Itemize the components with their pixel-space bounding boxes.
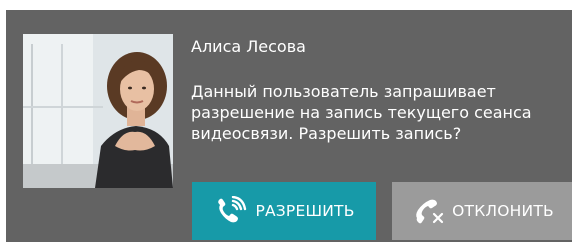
allow-button-label: РАЗРЕШИТЬ bbox=[255, 202, 355, 220]
decline-button-label: ОТКЛОНИТЬ bbox=[452, 202, 554, 220]
phone-ringing-icon bbox=[213, 196, 249, 226]
message-line: видеосвязи. Разрешить запись? bbox=[191, 124, 462, 143]
caller-name: Алиса Лесова bbox=[191, 37, 306, 56]
decline-button[interactable]: ОТКЛОНИТЬ bbox=[392, 182, 572, 240]
message-line: разрешение на запись текущего сеанса bbox=[191, 103, 532, 122]
record-permission-dialog: Алиса Лесова Данный пользователь запраши… bbox=[6, 10, 572, 242]
permission-message: Данный пользователь запрашивает разрешен… bbox=[191, 81, 569, 144]
phone-hangup-icon bbox=[410, 196, 446, 226]
message-line: Данный пользователь запрашивает bbox=[191, 82, 496, 101]
allow-button[interactable]: РАЗРЕШИТЬ bbox=[192, 182, 376, 240]
caller-avatar bbox=[23, 34, 173, 188]
avatar-image bbox=[23, 34, 173, 188]
